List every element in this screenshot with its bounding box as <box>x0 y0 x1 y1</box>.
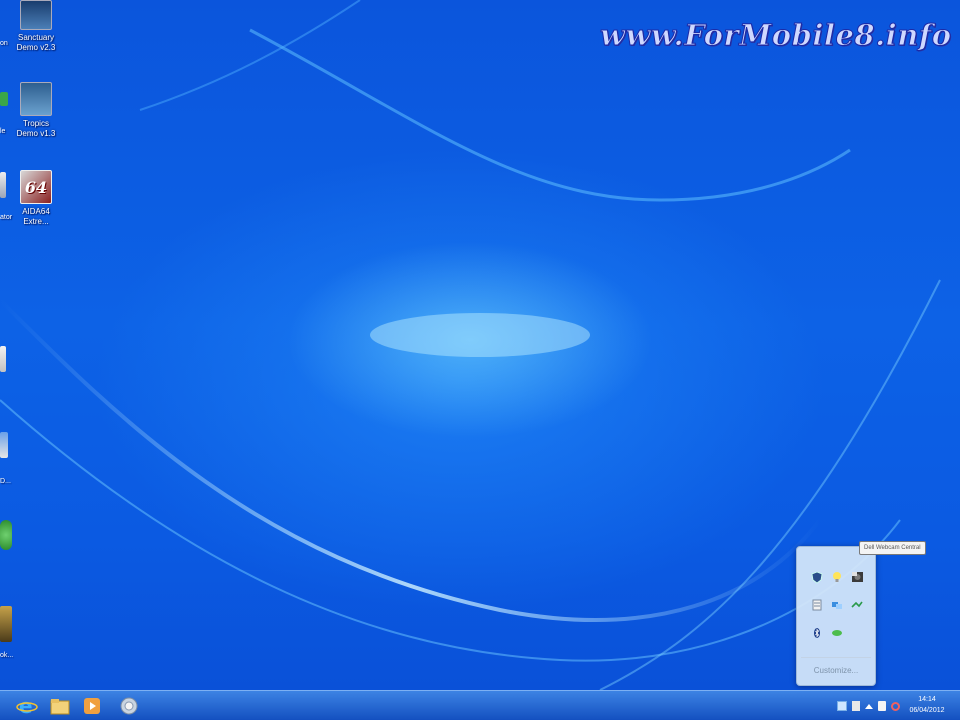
bluetooth-icon[interactable] <box>807 619 827 647</box>
desktop-icon-aida64[interactable]: 64 AIDA64 Extre... <box>10 170 62 227</box>
clock-time: 14:14 <box>918 696 936 703</box>
file-explorer-icon[interactable] <box>43 693 77 719</box>
aida64-icon: 64 <box>20 170 52 204</box>
browser-icon[interactable] <box>112 693 146 719</box>
show-hidden-icons-icon[interactable] <box>837 701 847 711</box>
desktop-icon-label: Demo v2.3 <box>16 43 56 52</box>
chevron-up-icon[interactable] <box>865 703 873 709</box>
partial-app-icon[interactable] <box>0 172 6 198</box>
taskbar: e 14:14 06/04/2012 <box>0 690 960 720</box>
bulb-icon[interactable] <box>827 563 847 591</box>
desktop-icon-tropics-demo[interactable]: Tropics Demo v1.3 <box>10 82 62 139</box>
arrows-icon[interactable] <box>847 591 867 619</box>
edge-label: le <box>0 128 6 135</box>
clock-date: 06/04/2012 <box>909 707 945 714</box>
internet-explorer-icon[interactable]: e <box>10 693 44 719</box>
flag-icon[interactable] <box>852 701 860 711</box>
app-shortcut-icon <box>20 0 52 30</box>
power-icon[interactable] <box>891 701 900 711</box>
customize-link[interactable]: Customize... <box>801 657 871 675</box>
partial-app-icon[interactable] <box>0 520 12 550</box>
tray-overflow-popup: Customize... <box>796 546 876 686</box>
media-player-icon[interactable] <box>75 693 109 719</box>
desktop-icon-label: Demo v1.3 <box>16 129 56 138</box>
desktop-icon-label: Extre... <box>23 217 49 226</box>
taskbar-clock[interactable]: 14:14 06/04/2012 <box>902 694 952 716</box>
svg-text:e: e <box>19 695 33 717</box>
edge-label: on <box>0 40 8 47</box>
tray-icon-grid <box>807 563 867 647</box>
edge-label: D... <box>0 478 11 485</box>
desktop-icon-label: Sanctuary <box>17 33 55 42</box>
desktop-icon-label: AIDA64 <box>22 207 50 216</box>
partial-app-icon[interactable] <box>0 432 8 458</box>
volume-icon[interactable] <box>878 701 886 711</box>
partial-app-icon[interactable] <box>0 346 6 372</box>
desktop-icon-sanctuary-demo[interactable]: Sanctuary Demo v2.3 <box>10 0 62 53</box>
edge-label: ok... <box>0 652 14 659</box>
system-tray <box>837 699 900 713</box>
partial-app-icon[interactable] <box>0 606 12 642</box>
shield-icon[interactable] <box>807 563 827 591</box>
desktop: www.ForMobile8.info on le ator D... ok..… <box>0 0 960 720</box>
webcam-icon[interactable] <box>847 563 867 591</box>
watermark-text: www.ForMobile8.info <box>600 18 952 53</box>
leaf-icon[interactable] <box>827 619 847 647</box>
desktop-icon-label: Tropics <box>23 119 49 128</box>
note-icon[interactable] <box>807 591 827 619</box>
network-icon[interactable] <box>827 591 847 619</box>
partial-app-icon[interactable] <box>0 92 8 106</box>
tooltip: Dell Webcam Central <box>859 541 926 555</box>
app-shortcut-icon <box>20 82 52 116</box>
